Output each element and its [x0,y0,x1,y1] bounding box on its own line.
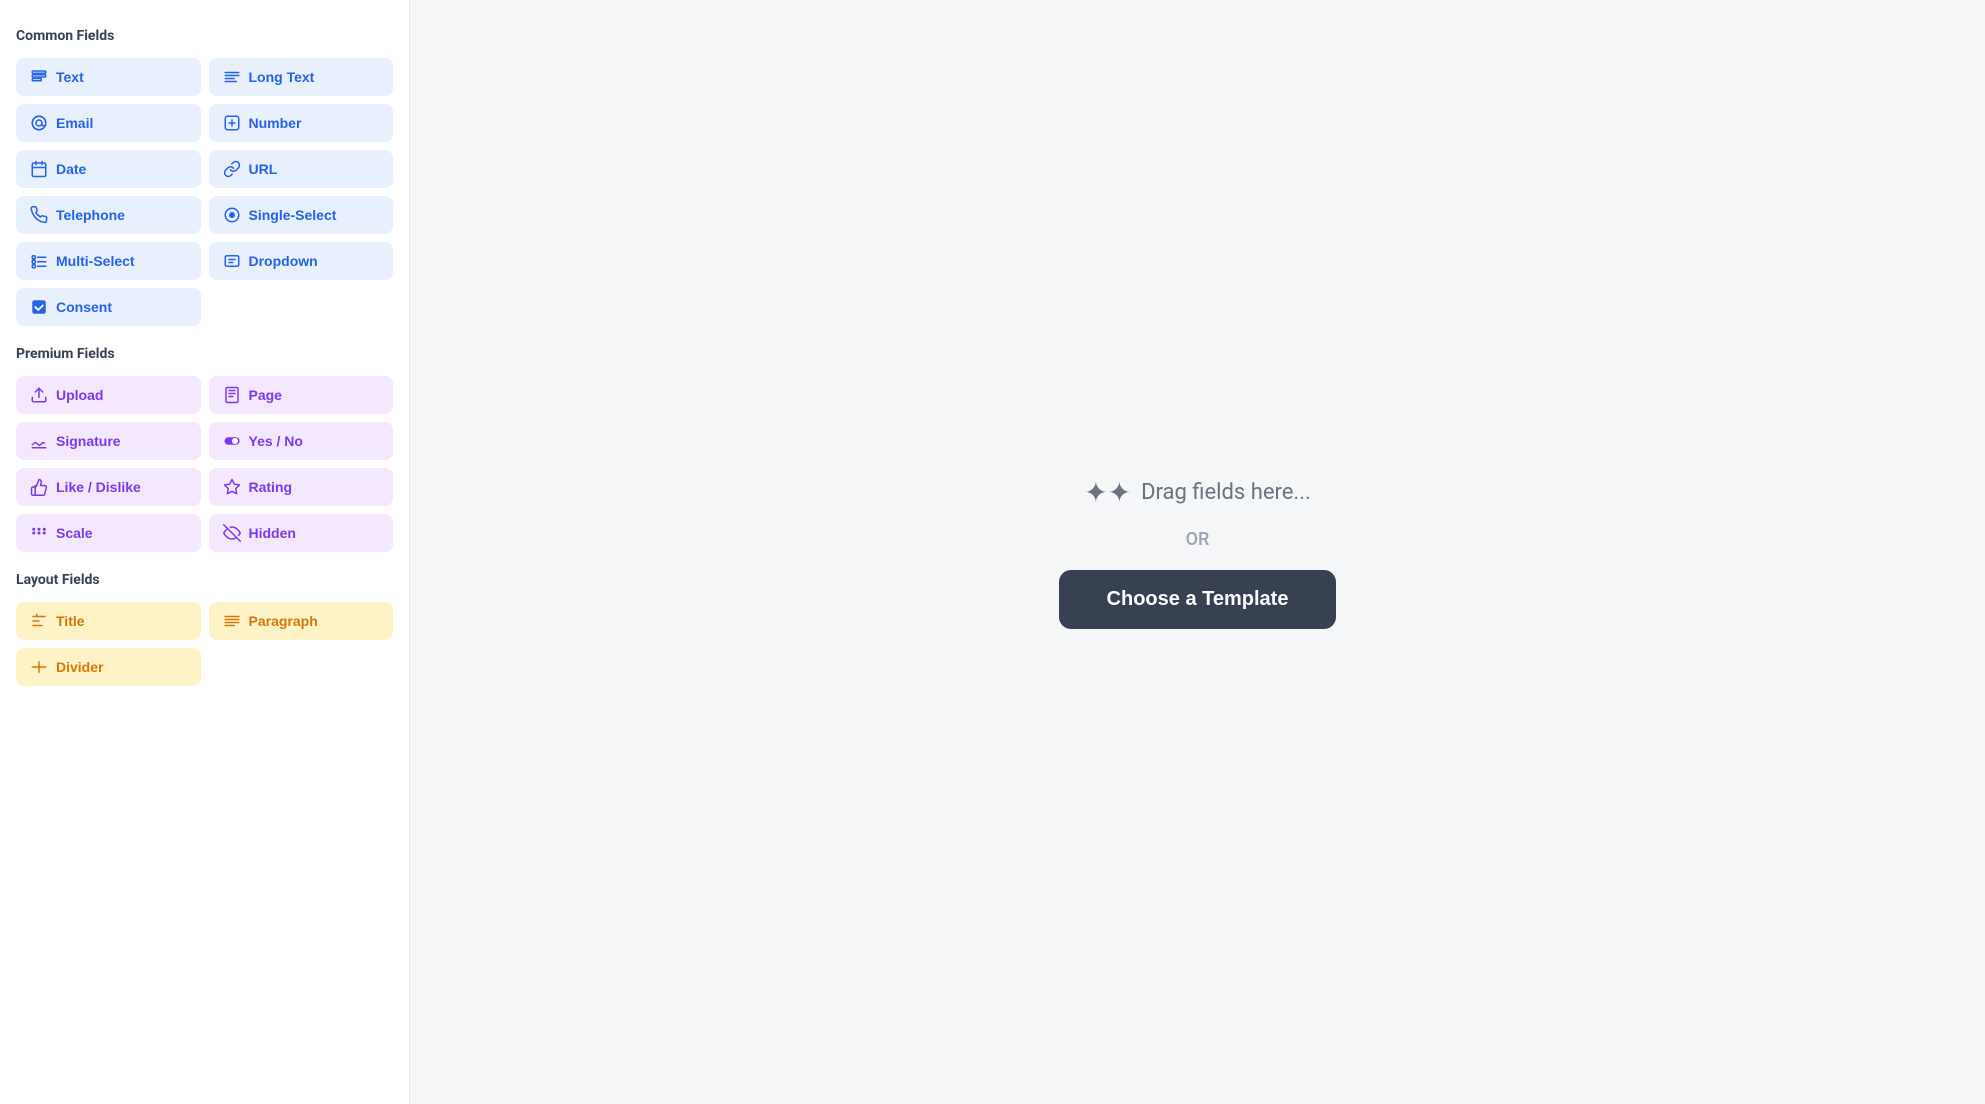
section-common: Common Fields Text Long Text Email [16,28,393,326]
drag-text-container: ✦✦ Drag fields here... [1084,476,1311,509]
telephone-icon [30,206,48,224]
section-layout: Layout Fields Title Paragraph Divider [16,572,393,686]
field-text[interactable]: Text [16,58,201,96]
scale-icon [30,524,48,542]
or-divider: OR [1186,529,1210,550]
field-title[interactable]: Title [16,602,201,640]
field-upload-label: Upload [56,387,103,403]
field-rating-label: Rating [249,479,293,495]
paragraph-icon [223,612,241,630]
divider-icon [30,658,48,676]
premium-fields-grid: Upload Page Signature Yes / No [16,376,393,552]
date-icon [30,160,48,178]
page-icon [223,386,241,404]
field-scale-label: Scale [56,525,93,541]
field-multi-select[interactable]: Multi-Select [16,242,201,280]
yes-no-icon [223,432,241,450]
field-divider[interactable]: Divider [16,648,201,686]
field-signature[interactable]: Signature [16,422,201,460]
layout-fields-grid: Title Paragraph Divider [16,602,393,686]
field-number-label: Number [249,115,302,131]
field-hidden[interactable]: Hidden [209,514,394,552]
field-consent-label: Consent [56,299,112,315]
field-like-dislike[interactable]: Like / Dislike [16,468,201,506]
field-like-dislike-label: Like / Dislike [56,479,141,495]
single-select-icon [223,206,241,224]
title-icon [30,612,48,630]
field-multi-select-label: Multi-Select [56,253,135,269]
long-text-icon [223,68,241,86]
field-yes-no-label: Yes / No [249,433,303,449]
section-title-common: Common Fields [16,28,393,44]
upload-icon [30,386,48,404]
field-dropdown[interactable]: Dropdown [209,242,394,280]
field-page-label: Page [249,387,282,403]
field-upload[interactable]: Upload [16,376,201,414]
field-long-text-label: Long Text [249,69,315,85]
field-email[interactable]: Email [16,104,201,142]
field-title-label: Title [56,613,85,629]
drag-text: Drag fields here... [1141,480,1311,505]
field-email-label: Email [56,115,93,131]
field-scale[interactable]: Scale [16,514,201,552]
text-icon [30,68,48,86]
multi-select-icon [30,252,48,270]
rating-icon [223,478,241,496]
field-date-label: Date [56,161,86,177]
sparkle-icon: ✦✦ [1084,476,1131,509]
consent-icon [30,298,48,316]
email-icon [30,114,48,132]
field-divider-label: Divider [56,659,103,675]
field-dropdown-label: Dropdown [249,253,318,269]
field-paragraph-label: Paragraph [249,613,318,629]
field-single-select-label: Single-Select [249,207,337,223]
field-yes-no[interactable]: Yes / No [209,422,394,460]
like-dislike-icon [30,478,48,496]
field-url-label: URL [249,161,278,177]
hidden-icon [223,524,241,542]
choose-template-button[interactable]: Choose a Template [1059,570,1337,629]
section-premium: Premium Fields Upload Page Signature [16,346,393,552]
field-consent[interactable]: Consent [16,288,201,326]
url-icon [223,160,241,178]
main-canvas: ✦✦ Drag fields here... OR Choose a Templ… [410,0,1985,1104]
sidebar: Common Fields Text Long Text Email [0,0,410,1104]
field-date[interactable]: Date [16,150,201,188]
field-page[interactable]: Page [209,376,394,414]
field-number[interactable]: Number [209,104,394,142]
dropdown-icon [223,252,241,270]
field-signature-label: Signature [56,433,121,449]
field-long-text[interactable]: Long Text [209,58,394,96]
drop-zone: ✦✦ Drag fields here... OR Choose a Templ… [1059,476,1337,629]
field-url[interactable]: URL [209,150,394,188]
field-telephone-label: Telephone [56,207,125,223]
field-rating[interactable]: Rating [209,468,394,506]
field-hidden-label: Hidden [249,525,296,541]
field-single-select[interactable]: Single-Select [209,196,394,234]
section-title-premium: Premium Fields [16,346,393,362]
field-text-label: Text [56,69,84,85]
number-icon [223,114,241,132]
field-telephone[interactable]: Telephone [16,196,201,234]
common-fields-grid: Text Long Text Email Number [16,58,393,326]
field-paragraph[interactable]: Paragraph [209,602,394,640]
signature-icon [30,432,48,450]
section-title-layout: Layout Fields [16,572,393,588]
